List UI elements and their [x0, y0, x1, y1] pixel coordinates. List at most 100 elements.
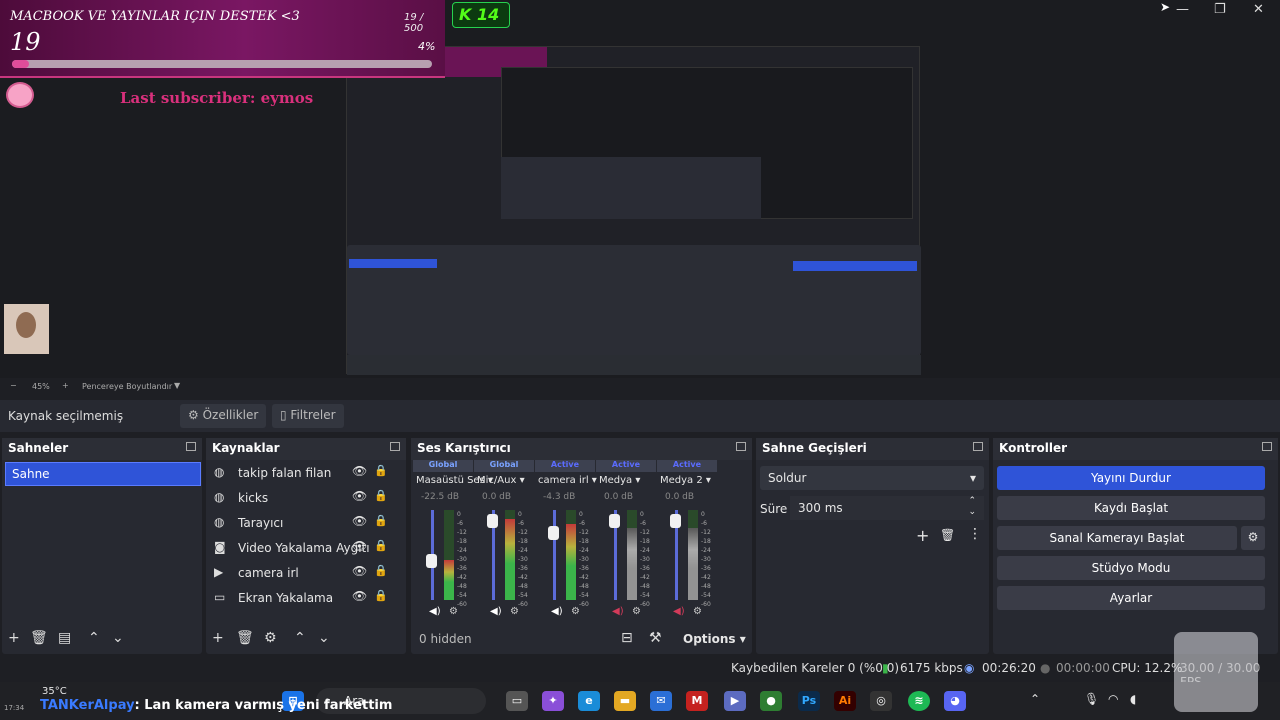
source-item[interactable]: ◍ takip falan filan 👁 🔒	[214, 463, 399, 485]
chevron-down-icon[interactable]: ▼	[174, 381, 180, 390]
move-down-icon[interactable]: ⌄	[112, 630, 124, 646]
volume-slider-handle[interactable]	[548, 526, 559, 540]
channel-name[interactable]: camera irl ▾	[538, 475, 597, 486]
eye-icon[interactable]: 👁	[352, 514, 367, 528]
program-preview[interactable]: MACBOOK VE YAYINLAR IÇIN DESTEK <3 19 / …	[0, 0, 1280, 378]
transition-select[interactable]: Soldur ▾	[760, 466, 984, 490]
add-icon[interactable]: +	[916, 526, 929, 545]
popout-icon[interactable]	[186, 442, 196, 451]
source-item[interactable]: ▭ Ekran Yakalama 👁 🔒	[214, 588, 399, 610]
mail-icon[interactable]: ✉	[650, 691, 672, 711]
mute-icon[interactable]: ◀)	[673, 606, 685, 617]
source-item[interactable]: ◍ Tarayıcı 👁 🔒	[214, 513, 399, 535]
lock-icon[interactable]: 🔒	[374, 539, 388, 552]
trash-icon[interactable]: 🗑	[940, 528, 955, 542]
eye-icon[interactable]: 👁	[352, 489, 367, 503]
zoom-in-button[interactable]: +	[62, 381, 69, 390]
chrome-icon[interactable]: ●	[760, 691, 782, 711]
lock-icon[interactable]: 🔒	[374, 564, 388, 577]
lock-icon[interactable]: 🔒	[374, 489, 388, 502]
channel-name[interactable]: Medya 2 ▾	[660, 475, 711, 486]
maximize-icon[interactable]: ❐	[1214, 2, 1226, 17]
fit-window-label[interactable]: Pencereye Boyutlandır	[82, 382, 172, 391]
folder-icon[interactable]: ▬	[614, 691, 636, 711]
app-icon[interactable]: ▶	[724, 691, 746, 711]
zoom-out-button[interactable]: −	[10, 381, 17, 390]
settings-button[interactable]: Ayarlar	[997, 586, 1265, 610]
trash-icon[interactable]: 🗑	[30, 630, 48, 646]
wrench-icon[interactable]: ⚒	[649, 630, 662, 646]
eye-icon[interactable]: 👁	[352, 589, 367, 603]
microphone-icon[interactable]: 🎙	[1084, 692, 1099, 706]
move-up-icon[interactable]: ⌃	[88, 630, 100, 646]
volume-slider-handle[interactable]	[609, 514, 620, 528]
move-up-icon[interactable]: ⌃	[294, 630, 306, 646]
duration-input[interactable]: 300 ms ⌃ ⌄	[790, 496, 984, 520]
nested-preview-capture	[346, 46, 921, 375]
channel-name[interactable]: Mic/Aux ▾	[477, 475, 525, 486]
volume-icon[interactable]: ◖	[1130, 692, 1136, 706]
chevron-up-icon[interactable]: ⌃	[1030, 692, 1040, 706]
minimize-icon[interactable]: —	[1176, 2, 1189, 17]
trash-icon[interactable]: 🗑	[236, 630, 254, 646]
close-icon[interactable]: ✕	[1253, 2, 1264, 17]
speaker-icon[interactable]: ◀)	[429, 606, 441, 617]
lock-icon[interactable]: 🔒	[374, 464, 388, 477]
gear-icon[interactable]: ⚙	[632, 606, 641, 617]
popout-icon[interactable]	[390, 442, 400, 451]
options-button[interactable]: Options ▾	[683, 632, 746, 646]
eye-icon[interactable]: 👁	[352, 564, 367, 578]
popout-icon[interactable]	[1262, 442, 1272, 451]
eye-icon[interactable]: 👁	[352, 464, 367, 478]
gmail-icon[interactable]: M	[686, 691, 708, 711]
spotify-icon[interactable]: ≋	[908, 691, 930, 711]
source-item[interactable]: ▶ camera irl 👁 🔒	[214, 563, 399, 585]
gear-icon[interactable]: ⚙	[449, 606, 458, 617]
meter-tick: -42	[701, 574, 711, 581]
stepper-icon[interactable]: ⌃ ⌄	[968, 496, 976, 518]
volume-slider-track[interactable]	[553, 510, 556, 600]
volume-slider-handle[interactable]	[487, 514, 498, 528]
obs-icon[interactable]: ◎	[870, 691, 892, 711]
edge-icon[interactable]: e	[578, 691, 600, 711]
channel-name[interactable]: Medya ▾	[599, 475, 640, 486]
layout-icon[interactable]: ⊟	[621, 630, 633, 646]
discord-icon[interactable]: ◕	[944, 691, 966, 711]
photoshop-icon[interactable]: Ps	[798, 691, 820, 711]
studio-mode-button[interactable]: Stüdyo Modu	[997, 556, 1265, 580]
hidden-count[interactable]: 0 hidden	[419, 632, 472, 646]
add-icon[interactable]: +	[212, 630, 224, 646]
volume-slider-handle[interactable]	[670, 514, 681, 528]
task-view-icon[interactable]: ▭	[506, 691, 528, 711]
illustrator-icon[interactable]: Ai	[834, 691, 856, 711]
scene-item[interactable]: Sahne	[5, 462, 201, 486]
copilot-icon[interactable]: ✦	[542, 691, 564, 711]
filters-button[interactable]: ▯ Filtreler	[272, 404, 344, 428]
start-virtual-camera-button[interactable]: Sanal Kamerayı Başlat	[997, 526, 1237, 550]
lock-icon[interactable]: 🔒	[374, 514, 388, 527]
source-item[interactable]: ◍ kicks 👁 🔒	[214, 488, 399, 510]
gear-icon[interactable]: ⚙	[264, 630, 277, 646]
gear-icon[interactable]: ⚙	[571, 606, 580, 617]
source-item[interactable]: ◙ Video Yakalama Aygıtı 👁 🔒	[214, 538, 399, 560]
move-down-icon[interactable]: ⌄	[318, 630, 330, 646]
popout-icon[interactable]	[736, 442, 746, 451]
gear-icon[interactable]: ⚙	[693, 606, 702, 617]
gear-icon[interactable]: ⚙	[1241, 526, 1265, 550]
wifi-icon[interactable]: ◠	[1108, 692, 1118, 706]
volume-slider-handle[interactable]	[426, 554, 437, 568]
add-icon[interactable]: +	[8, 630, 20, 646]
eye-icon[interactable]: 👁	[352, 539, 367, 553]
gear-icon[interactable]: ⚙	[510, 606, 519, 617]
popout-icon[interactable]	[973, 442, 983, 451]
filter-icon[interactable]: ▤	[58, 630, 71, 646]
lock-icon[interactable]: 🔒	[374, 589, 388, 602]
properties-button[interactable]: ⚙ Özellikler	[180, 404, 267, 428]
mute-icon[interactable]: ◀)	[612, 606, 624, 617]
more-icon[interactable]: ⋮	[968, 526, 982, 542]
speaker-icon[interactable]: ◀)	[490, 606, 502, 617]
speaker-icon[interactable]: ◀)	[551, 606, 563, 617]
stop-streaming-button[interactable]: Yayını Durdur	[997, 466, 1265, 490]
meter-tick: -30	[640, 556, 650, 563]
start-recording-button[interactable]: Kaydı Başlat	[997, 496, 1265, 520]
